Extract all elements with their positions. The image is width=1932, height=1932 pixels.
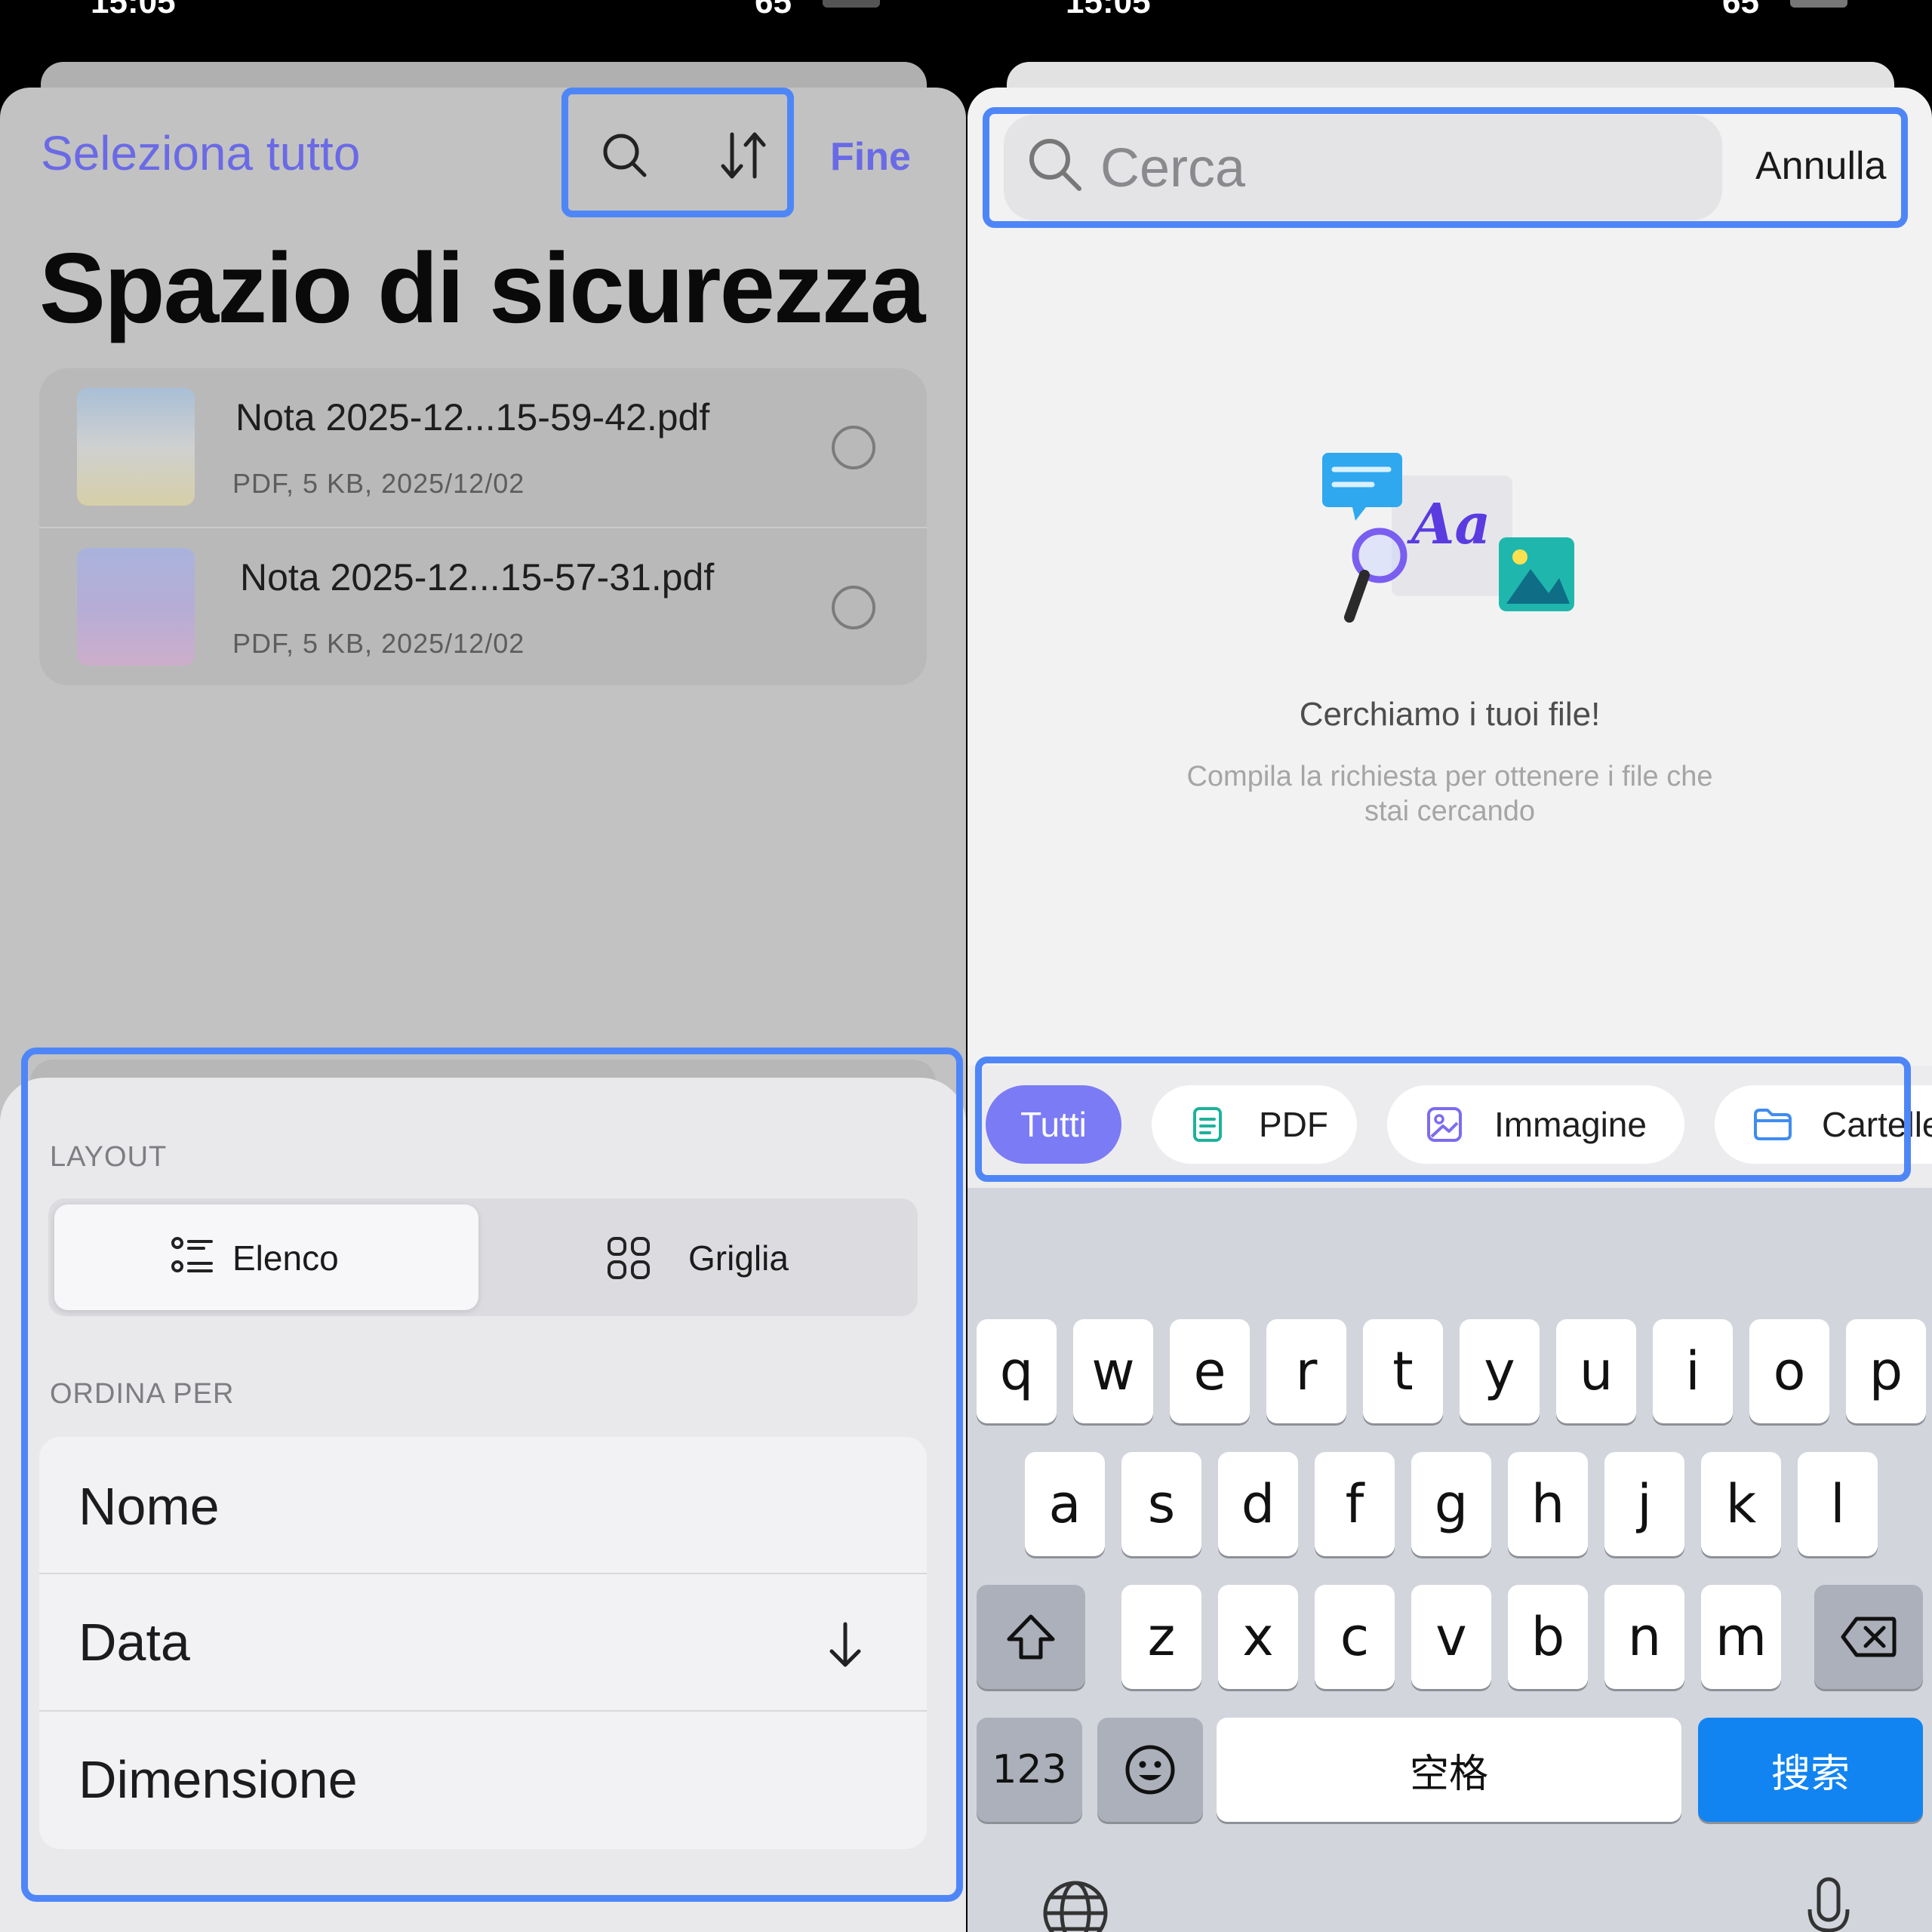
key-z[interactable]: z xyxy=(1121,1585,1201,1689)
key-q[interactable]: q xyxy=(977,1319,1057,1423)
key-e[interactable]: e xyxy=(1170,1319,1250,1423)
sort-option-label: Data xyxy=(78,1613,190,1672)
key-j[interactable]: j xyxy=(1604,1452,1684,1556)
empty-state-subtitle: stai cercando xyxy=(1364,795,1535,827)
emoji-icon xyxy=(1125,1745,1175,1795)
key-c[interactable]: c xyxy=(1315,1585,1395,1689)
emoji-key[interactable] xyxy=(1097,1718,1203,1822)
file-name: Nota 2025-12...15-57-31.pdf xyxy=(240,556,715,598)
key-d[interactable]: d xyxy=(1218,1452,1298,1556)
key-s[interactable]: s xyxy=(1121,1452,1201,1556)
select-radio[interactable] xyxy=(832,586,875,629)
key-f[interactable]: f xyxy=(1315,1452,1395,1556)
key-l[interactable]: l xyxy=(1798,1452,1878,1556)
key-b[interactable]: b xyxy=(1508,1585,1588,1689)
status-battery-level: 65 xyxy=(755,0,792,20)
backspace-key[interactable] xyxy=(1814,1585,1923,1689)
key-y[interactable]: y xyxy=(1460,1319,1540,1423)
microphone-icon[interactable] xyxy=(1802,1875,1855,1932)
grid-icon xyxy=(608,1237,650,1279)
done-button[interactable]: Fine xyxy=(830,134,911,180)
sort-option-dimensione[interactable]: Dimensione xyxy=(39,1712,927,1847)
file-meta: PDF, 5 KB, 2025/12/02 xyxy=(232,468,525,499)
list-item[interactable]: Nota 2025-12...15-57-31.pdf PDF, 5 KB, 2… xyxy=(39,528,927,685)
file-name: Nota 2025-12...15-59-42.pdf xyxy=(235,396,710,438)
key-u[interactable]: u xyxy=(1556,1319,1636,1423)
backspace-icon xyxy=(1841,1617,1897,1657)
status-time: 15:05 xyxy=(1066,0,1151,20)
key-i[interactable]: i xyxy=(1653,1319,1733,1423)
search-icon[interactable] xyxy=(601,131,649,180)
empty-state-subtitle: Compila la richiesta per ottenere i file… xyxy=(1186,761,1713,792)
numbers-key[interactable]: 123 xyxy=(977,1718,1082,1822)
left-screen: 15:05 65 Seleziona tutto Fine Spazio di … xyxy=(0,0,966,1932)
empty-state-title: Cerchiamo i tuoi file! xyxy=(1299,696,1601,733)
key-t[interactable]: t xyxy=(1363,1319,1443,1423)
list-item[interactable]: Nota 2025-12...15-59-42.pdf PDF, 5 KB, 2… xyxy=(39,368,927,527)
sort-option-nome[interactable]: Nome xyxy=(39,1437,927,1573)
sort-section-label: ORDINA PER xyxy=(50,1378,235,1410)
key-h[interactable]: h xyxy=(1508,1452,1588,1556)
key-n[interactable]: n xyxy=(1604,1585,1684,1689)
search-highlight xyxy=(983,107,1908,228)
select-radio[interactable] xyxy=(832,426,875,469)
key-m[interactable]: m xyxy=(1701,1585,1781,1689)
filters-highlight xyxy=(975,1057,1911,1182)
status-time: 15:05 xyxy=(91,0,176,20)
key-g[interactable]: g xyxy=(1411,1452,1491,1556)
arrow-down-icon xyxy=(829,1622,861,1667)
key-r[interactable]: r xyxy=(1266,1319,1346,1423)
globe-icon[interactable] xyxy=(1040,1878,1111,1932)
key-w[interactable]: w xyxy=(1073,1319,1153,1423)
key-p[interactable]: p xyxy=(1846,1319,1926,1423)
sort-option-label: Dimensione xyxy=(78,1750,358,1809)
battery-icon xyxy=(823,0,880,8)
layout-option-label: Elenco xyxy=(232,1238,339,1278)
status-battery-level: 65 xyxy=(1722,0,1759,20)
key-a[interactable]: a xyxy=(1025,1452,1105,1556)
shift-key[interactable] xyxy=(977,1585,1085,1689)
select-all-button[interactable]: Seleziona tutto xyxy=(41,125,360,181)
layout-option-label: Griglia xyxy=(688,1238,789,1278)
right-screen: 15:05 65 Cerca Annulla Aa Cerchiamo i tu… xyxy=(968,0,1932,1932)
page-title: Spazio di sicurezza xyxy=(39,232,925,343)
svg-text:Aa: Aa xyxy=(1407,492,1491,557)
search-illustration-icon: Aa xyxy=(1322,453,1574,623)
search-key[interactable]: 搜索 xyxy=(1698,1718,1923,1822)
file-thumbnail xyxy=(77,548,195,666)
space-key[interactable]: 空格 xyxy=(1217,1718,1681,1822)
sort-icon[interactable] xyxy=(717,130,770,181)
key-o[interactable]: o xyxy=(1749,1319,1829,1423)
sort-option-label: Nome xyxy=(78,1477,220,1536)
list-icon xyxy=(171,1237,213,1272)
key-k[interactable]: k xyxy=(1701,1452,1781,1556)
file-meta: PDF, 5 KB, 2025/12/02 xyxy=(232,628,525,659)
layout-section-label: LAYOUT xyxy=(50,1141,168,1173)
file-thumbnail xyxy=(77,388,195,506)
key-v[interactable]: v xyxy=(1411,1585,1491,1689)
key-x[interactable]: x xyxy=(1218,1585,1298,1689)
battery-icon xyxy=(1790,0,1847,8)
sort-option-data[interactable]: Data xyxy=(39,1574,927,1710)
shift-icon xyxy=(1007,1614,1055,1660)
